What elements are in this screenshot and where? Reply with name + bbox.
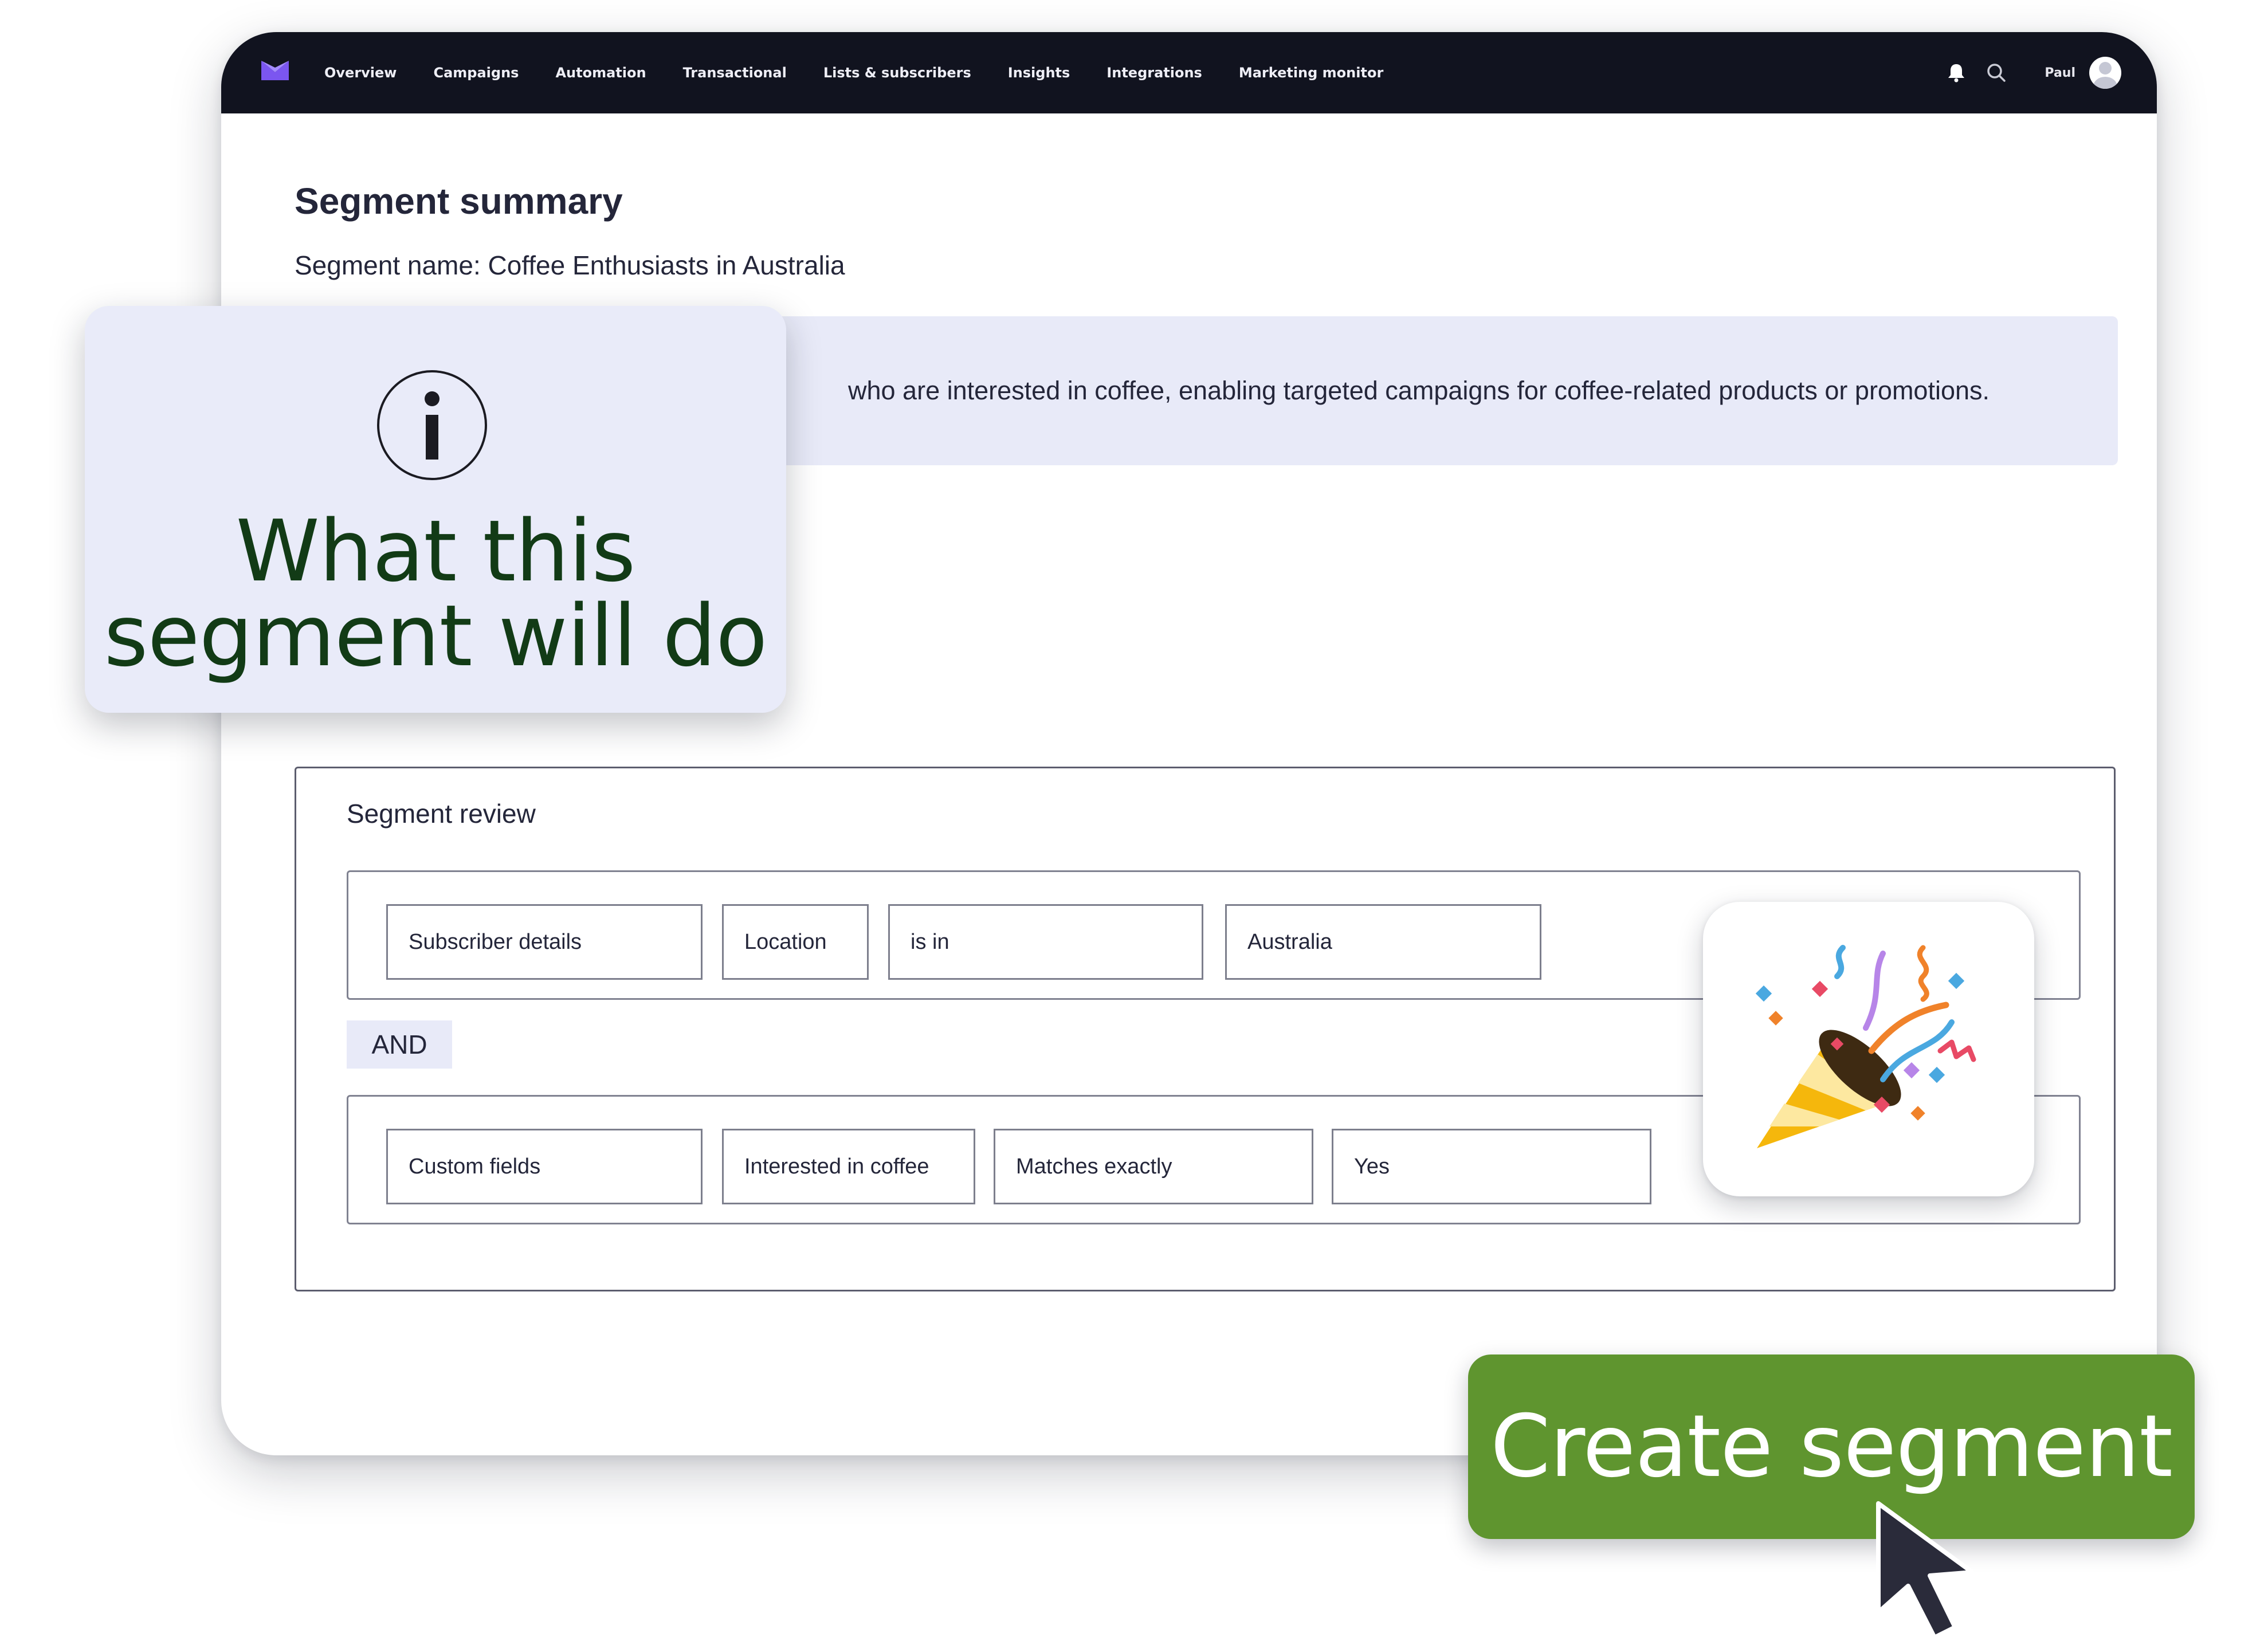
segment-description-text: who are interested in coffee, enabling t… (848, 376, 1990, 405)
brand-logo-icon[interactable] (261, 61, 289, 80)
nav-item-insights[interactable]: Insights (1008, 65, 1070, 81)
rule-operator-field[interactable]: Matches exactly (994, 1129, 1313, 1204)
info-heading-line-2: segment will do (104, 587, 767, 685)
top-navigation-bar: Overview Campaigns Automation Transactio… (221, 32, 2157, 113)
segment-review-title: Segment review (347, 799, 536, 829)
nav-item-campaigns[interactable]: Campaigns (433, 65, 519, 81)
rule-value-field[interactable]: Yes (1332, 1129, 1651, 1204)
rule-attribute-field[interactable]: Interested in coffee (722, 1129, 975, 1204)
rule-operator-field[interactable]: is in (888, 904, 1203, 980)
rule-attribute-field[interactable]: Location (722, 904, 869, 980)
info-callout-card: What this segment will do (85, 306, 786, 713)
segment-name-label: Segment name: Coffee Enthusiasts in Aust… (295, 250, 845, 280)
segment-summary-title: Segment summary (295, 180, 623, 222)
info-icon (377, 370, 487, 480)
nav-item-transactional[interactable]: Transactional (683, 65, 787, 81)
and-operator-chip: AND (347, 1020, 452, 1069)
user-name[interactable]: Paul (2045, 66, 2075, 80)
nav-menu: Overview Campaigns Automation Transactio… (324, 32, 1383, 113)
rule-value-field[interactable]: Australia (1225, 904, 1541, 980)
rule-category-field[interactable]: Custom fields (386, 1129, 703, 1204)
party-popper-icon (1755, 945, 1976, 1148)
nav-item-integrations[interactable]: Integrations (1106, 65, 1202, 81)
app-window: Overview Campaigns Automation Transactio… (221, 32, 2157, 1455)
create-segment-button[interactable]: Create segment (1468, 1354, 2195, 1539)
party-popper-tile (1703, 902, 2034, 1196)
rule-category-field[interactable]: Subscriber details (386, 904, 703, 980)
info-heading-line-1: What this (236, 502, 636, 600)
nav-right-tools: Paul (1945, 32, 2121, 113)
mouse-pointer-icon (1876, 1501, 1975, 1640)
bell-icon[interactable] (1945, 61, 1968, 84)
nav-item-overview[interactable]: Overview (324, 65, 397, 81)
user-avatar[interactable] (2089, 57, 2121, 89)
nav-item-lists-subscribers[interactable]: Lists & subscribers (823, 65, 971, 81)
nav-item-automation[interactable]: Automation (555, 65, 646, 81)
search-icon[interactable] (1985, 61, 2008, 84)
info-heading: What this segment will do (85, 509, 786, 678)
nav-item-marketing-monitor[interactable]: Marketing monitor (1239, 65, 1383, 81)
